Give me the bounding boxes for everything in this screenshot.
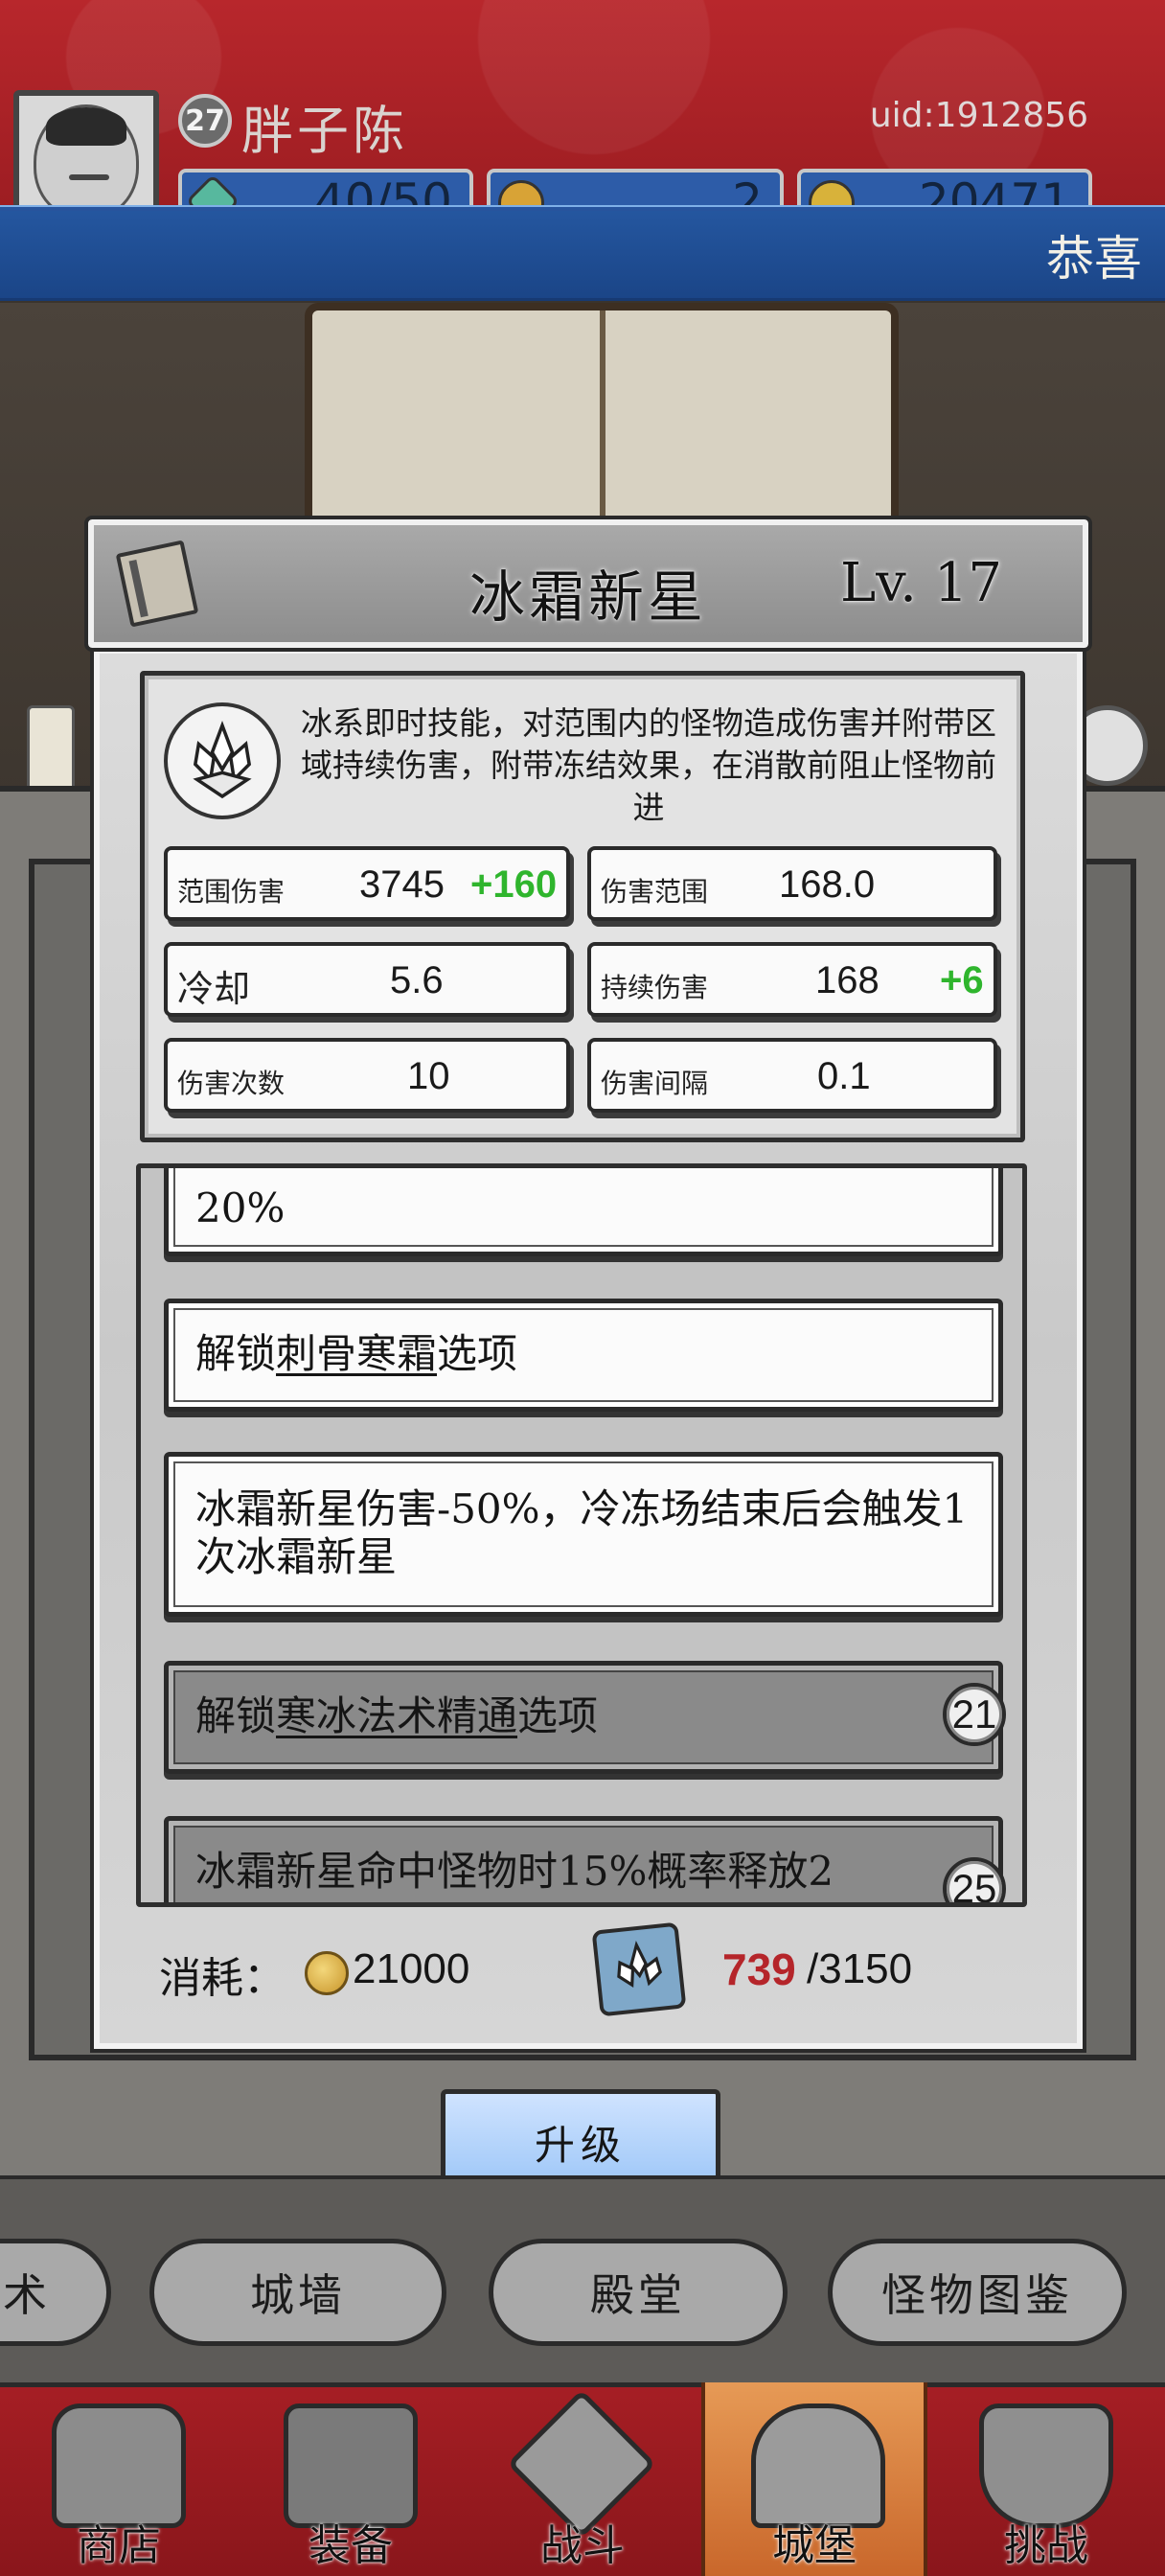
open-book-decoration bbox=[305, 303, 899, 523]
top-header: 27 胖子陈 uid:1912856 40/50 2 20471 bbox=[0, 0, 1165, 211]
stat-value: 0.1 bbox=[817, 1055, 871, 1097]
stat-label: 伤害间隔 bbox=[601, 1068, 709, 1099]
stat-label: 冷却 bbox=[177, 968, 251, 1010]
skill-level: Lv. 17 bbox=[839, 552, 1002, 614]
stat-label: 范围伤害 bbox=[177, 876, 286, 908]
skill-shard-svg bbox=[617, 1941, 662, 1989]
stat-area-damage: 范围伤害 3745 +160 bbox=[164, 846, 570, 921]
nav-battle[interactable]: 战斗 bbox=[469, 2382, 696, 2576]
nav-castle[interactable]: 城堡 bbox=[701, 2382, 927, 2576]
nav-challenge[interactable]: 挑战 bbox=[933, 2382, 1159, 2576]
stat-hit-count: 伤害次数 10 bbox=[164, 1038, 570, 1113]
upgrade-item: 冰霜新星伤害-50%，冷冻场结束后会触发1次冰霜新星 bbox=[164, 1452, 1003, 1617]
shard-required: /3150 bbox=[807, 1945, 913, 1992]
shield-challenge-icon bbox=[979, 2404, 1113, 2528]
shard-owned: 739 bbox=[722, 1944, 796, 1994]
castle-icon bbox=[751, 2404, 885, 2528]
upgrade-prefix: 解锁 bbox=[195, 1692, 277, 1739]
stat-label: 持续伤害 bbox=[601, 972, 709, 1003]
upgrade-text: 冰霜新星命中怪物时15%概率释放2 bbox=[195, 1848, 834, 1895]
required-level-badge: 25 bbox=[943, 1857, 1006, 1902]
nav-label: 挑战 bbox=[1004, 2521, 1088, 2570]
stat-dot-damage: 持续伤害 168 +6 bbox=[587, 942, 997, 1017]
nav-shop[interactable]: 商店 bbox=[6, 2382, 232, 2576]
upgrade-list[interactable]: 20% 解锁刺骨寒霜选项 冰霜新星伤害-50%，冷冻场结束后会触发1次冰霜新星 … bbox=[136, 1163, 1027, 1907]
stat-label: 伤害次数 bbox=[177, 1068, 286, 1099]
stat-value: 10 bbox=[407, 1055, 450, 1097]
player-level-badge: 27 bbox=[178, 94, 232, 148]
tab-city-wall[interactable]: 城墙 bbox=[149, 2239, 446, 2346]
stat-damage-range: 伤害范围 168.0 bbox=[587, 846, 997, 921]
gold-coin-icon bbox=[305, 1951, 349, 1995]
tab-hall[interactable]: 殿堂 bbox=[489, 2239, 788, 2346]
tab-magic[interactable]: 术 bbox=[0, 2239, 111, 2346]
gold-cost-value: 21000 bbox=[353, 1945, 470, 1992]
nav-label: 商店 bbox=[77, 2521, 161, 2570]
stat-bonus: +6 bbox=[940, 959, 984, 1001]
upgrade-item-locked: 解锁寒冰法术精通选项 21 bbox=[164, 1661, 1006, 1774]
skill-dialog-header: 冰霜新星 Lv. 17 bbox=[84, 516, 1092, 652]
nav-label: 城堡 bbox=[772, 2521, 857, 2570]
required-level-badge: 21 bbox=[943, 1683, 1006, 1746]
nav-label: 战斗 bbox=[540, 2521, 625, 2570]
skill-shard-icon bbox=[591, 1921, 687, 2017]
skill-description: 冰系即时技能，对范围内的怪物造成伤害并附带区域持续伤害，附带冻结效果，在消散前阻… bbox=[301, 704, 996, 826]
upgrade-item: 20% bbox=[164, 1168, 1003, 1256]
stat-hit-interval: 伤害间隔 0.1 bbox=[587, 1038, 997, 1113]
stat-bonus: +160 bbox=[470, 863, 558, 906]
player-name: 胖子陈 bbox=[241, 101, 408, 161]
skill-info-panel: 冰系即时技能，对范围内的怪物造成伤害并附带区域持续伤害，附带冻结效果，在消散前阻… bbox=[140, 671, 1025, 1142]
upgrade-option-link[interactable]: 刺骨寒霜 bbox=[276, 1330, 437, 1377]
upgrade-item-locked: 冰霜新星命中怪物时15%概率释放2 25 bbox=[164, 1816, 1006, 1902]
cost-label: 消耗： bbox=[159, 1954, 286, 2003]
upgrade-suffix: 选项 bbox=[517, 1692, 599, 1739]
stat-cooldown: 冷却 5.6 bbox=[164, 942, 570, 1017]
upgrade-option-link[interactable]: 寒冰法术精通 bbox=[276, 1692, 517, 1739]
tab-monster-codex[interactable]: 怪物图鉴 bbox=[828, 2239, 1127, 2346]
stat-label: 伤害范围 bbox=[601, 876, 709, 908]
player-uid: uid:1912856 bbox=[869, 96, 1088, 135]
equipment-bag-icon bbox=[284, 2404, 418, 2528]
stat-value: 5.6 bbox=[390, 959, 444, 1001]
nav-equipment[interactable]: 装备 bbox=[238, 2382, 464, 2576]
ice-crystal-svg bbox=[193, 721, 252, 799]
announcement-banner: 恭喜 bbox=[0, 205, 1165, 301]
shop-icon bbox=[52, 2404, 186, 2528]
upgrade-text: 冰霜新星伤害-50%，冷冻场结束后会触发1次冰霜新星 bbox=[195, 1485, 969, 1580]
nav-label: 装备 bbox=[308, 2521, 393, 2570]
ice-crystal-icon bbox=[164, 702, 281, 819]
upgrade-suffix: 选项 bbox=[437, 1330, 518, 1377]
player-avatar[interactable] bbox=[13, 90, 159, 207]
upgrade-item: 解锁刺骨寒霜选项 bbox=[164, 1299, 1003, 1412]
avatar-face-icon bbox=[34, 104, 139, 207]
stat-value: 168.0 bbox=[779, 863, 876, 906]
upgrade-prefix: 解锁 bbox=[195, 1330, 277, 1377]
stat-value: 168 bbox=[815, 959, 879, 1001]
stat-value: 3745 bbox=[359, 863, 445, 906]
announcement-text: 恭喜 bbox=[1046, 231, 1142, 287]
upgrade-text: 20% bbox=[195, 1184, 286, 1231]
